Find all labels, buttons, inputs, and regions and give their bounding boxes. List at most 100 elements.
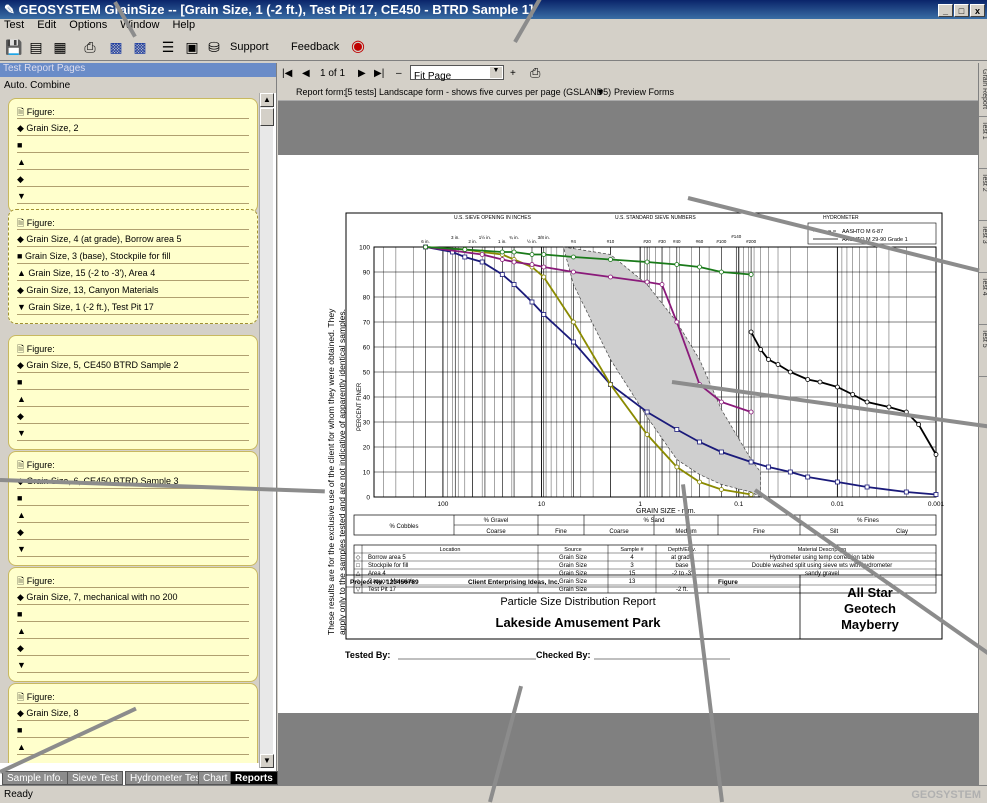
figure-caption: Figure:	[26, 218, 55, 228]
figure-label[interactable]: 🗎 Figure:	[17, 452, 249, 472]
tab-reports[interactable]: Reports	[230, 771, 278, 785]
card-test-row[interactable]: ▼	[17, 187, 249, 204]
right-tab[interactable]: Test 4	[979, 277, 987, 325]
list-icon[interactable]: ☰	[158, 37, 178, 57]
print-page-icon[interactable]: ▩	[130, 37, 150, 57]
tab-sieve-test[interactable]: Sieve Test	[67, 771, 123, 785]
card-test-row[interactable]: ▲	[17, 622, 249, 639]
card-test-row[interactable]: ▲	[17, 506, 249, 523]
figure-card[interactable]: 🗎 Figure: ◆ Grain Size, 7, mechanical wit…	[8, 567, 258, 682]
zoom-select[interactable]: Fit Page ▼	[410, 65, 504, 82]
sand-coarse-label: Coarse	[609, 529, 629, 535]
feedback-button[interactable]: Feedback	[291, 41, 339, 53]
print-icon[interactable]: ⎙	[80, 37, 100, 57]
right-tab[interactable]: Grain Report	[979, 69, 987, 117]
exit-icon[interactable]: ◉	[348, 37, 368, 57]
save-icon[interactable]: 💾	[4, 37, 24, 57]
sieve-number-label: #200	[746, 239, 757, 244]
card-test-row[interactable]: ◆	[17, 523, 249, 540]
minimize-button[interactable]: _	[938, 4, 953, 17]
card-test-row[interactable]: ▲	[17, 390, 249, 407]
restore-button[interactable]: □	[954, 4, 969, 17]
card-test-row[interactable]: ◆	[17, 755, 249, 763]
card-test-row[interactable]: ■ Grain Size, 3 (base), Stockpile for fi…	[17, 247, 249, 264]
card-test-row[interactable]: ■	[17, 373, 249, 390]
chart-icon[interactable]: ▤	[26, 37, 46, 57]
preview-forms-button[interactable]: Preview Forms	[614, 87, 674, 97]
support-button[interactable]: Support	[230, 41, 269, 53]
tab-sample-info[interactable]: Sample Info.	[2, 771, 69, 785]
menu-edit[interactable]: Edit	[37, 19, 56, 31]
tested-by-label: Tested By:	[345, 650, 390, 660]
report-form-dropdown-icon[interactable]: ▼	[596, 87, 605, 97]
card-test-row[interactable]: ◆ Grain Size, 7, mechanical with no 200	[17, 588, 249, 605]
data-point	[644, 409, 650, 415]
figure-label[interactable]: 🗎 Figure:	[17, 99, 249, 119]
right-tab[interactable]: Test 1	[979, 121, 987, 169]
menu-options[interactable]: Options	[69, 19, 107, 31]
data-point	[571, 269, 576, 275]
marker-icon: ◆	[17, 123, 27, 133]
figure-label[interactable]: 🗎 Figure:	[17, 684, 249, 704]
auto-combine-label[interactable]: Auto. Combine	[0, 77, 276, 93]
print-all-icon[interactable]: ▩	[106, 37, 126, 57]
prev-page-button[interactable]: ◀	[302, 68, 310, 79]
fines-label: % Fines	[857, 518, 879, 524]
last-page-button[interactable]: ▶|	[374, 68, 384, 79]
zoom-in-button[interactable]: +	[510, 68, 516, 79]
sidebar-tabs: Sample Info. Sieve Test Hydrometer Test …	[0, 769, 278, 785]
card-test-row[interactable]: ◆	[17, 639, 249, 656]
scroll-down-button[interactable]: ▼	[260, 754, 274, 768]
card-test-row[interactable]: ■	[17, 605, 249, 622]
cobbles-label: % Cobbles	[389, 524, 418, 530]
tab-hydrometer-test[interactable]: Hydrometer Test	[125, 771, 209, 785]
scroll-up-button[interactable]: ▲	[260, 93, 274, 107]
figure-card[interactable]: 🗎 Figure: ◆ Grain Size, 4 (at grade), Bor…	[8, 209, 258, 324]
sidebar-scrollbar[interactable]: ▲ ▼	[259, 93, 274, 768]
marker-icon: ■	[17, 377, 23, 387]
card-test-row[interactable]: ◆ Grain Size, 5, CE450 BTRD Sample 2	[17, 356, 249, 373]
database-icon[interactable]: ⛁	[204, 37, 224, 57]
card-test-row[interactable]: ■	[17, 136, 249, 153]
close-button[interactable]: x	[970, 4, 985, 17]
options-icon[interactable]: ▣	[182, 37, 202, 57]
zoom-out-button[interactable]: –	[396, 68, 402, 79]
figure-card[interactable]: 🗎 Figure: ◆ Grain Size, 2 ■ ▲ ◆ ▼	[8, 98, 258, 213]
card-test-row[interactable]: ▼	[17, 540, 249, 557]
menu-help[interactable]: Help	[172, 19, 195, 31]
card-test-row[interactable]: ◆ Grain Size, 2	[17, 119, 249, 136]
right-tab[interactable]: Test 3	[979, 225, 987, 273]
card-test-row[interactable]: ◆ Grain Size, 13, Canyon Materials	[17, 281, 249, 298]
tab-chart[interactable]: Chart	[198, 771, 233, 785]
scroll-thumb[interactable]	[260, 108, 274, 126]
chevron-down-icon[interactable]: ▼	[490, 67, 502, 78]
right-tab[interactable]: Test 5	[979, 329, 987, 377]
report-form-select[interactable]: [5 tests] Landscape form - shows five cu…	[345, 87, 611, 97]
card-test-row[interactable]: ▼	[17, 656, 249, 673]
marker-icon: ◆	[17, 234, 27, 244]
table-icon[interactable]: ▦	[50, 37, 70, 57]
marker-icon: ▲	[17, 626, 26, 636]
figure-label[interactable]: 🗎 Figure:	[17, 210, 249, 230]
card-test-row[interactable]: ■	[17, 721, 249, 738]
printer-icon[interactable]: ⎙	[530, 65, 540, 81]
card-test-row[interactable]: ◆	[17, 407, 249, 424]
card-test-row[interactable]: ▼ Grain Size, 1 (-2 ft.), Test Pit 17	[17, 298, 249, 315]
next-page-button[interactable]: ▶	[358, 68, 366, 79]
first-page-button[interactable]: |◀	[282, 68, 292, 79]
card-test-row[interactable]: ■	[17, 489, 249, 506]
figure-label[interactable]: 🗎 Figure:	[17, 568, 249, 588]
card-test-row[interactable]: ▲	[17, 153, 249, 170]
right-tab[interactable]: Test 2	[979, 173, 987, 221]
figure-label[interactable]: 🗎 Figure:	[17, 336, 249, 356]
sand-fine-label: Fine	[753, 529, 765, 535]
figure-card[interactable]: 🗎 Figure: ◆ Grain Size, 5, CE450 BTRD Sam…	[8, 335, 258, 450]
figure-card[interactable]: 🗎 Figure:◆ Grain Size, 6, CE450 BTRD Sam…	[8, 451, 258, 566]
card-test-row[interactable]: ▲ Grain Size, 15 (-2 to -3'), Area 4	[17, 264, 249, 281]
menu-test[interactable]: Test	[4, 19, 24, 31]
card-test-row[interactable]: ◆	[17, 170, 249, 187]
card-test-row[interactable]: ▼	[17, 424, 249, 441]
y-tick-label: 10	[363, 470, 371, 477]
card-test-row[interactable]: ◆ Grain Size, 4 (at grade), Borrow area …	[17, 230, 249, 247]
marker-icon: ▲	[17, 394, 26, 404]
